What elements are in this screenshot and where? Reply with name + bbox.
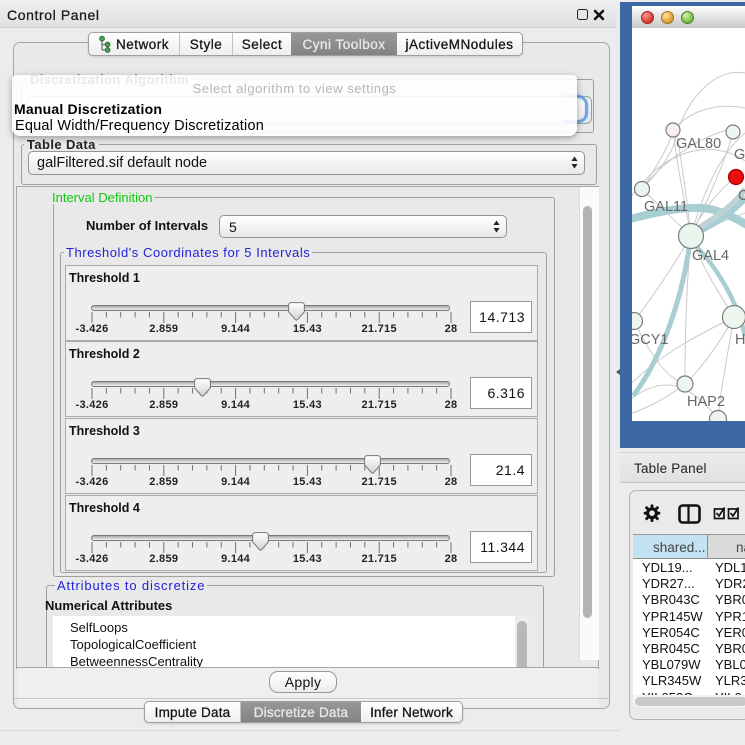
svg-text:GAL4: GAL4 [692,248,729,264]
svg-text:HAP2: HAP2 [687,394,725,410]
svg-text:C: C [738,188,745,204]
svg-text:GA: GA [734,147,745,163]
svg-text:GAL80: GAL80 [676,136,721,152]
svg-text:HA: HA [735,332,745,348]
svg-text:GAL11: GAL11 [644,199,688,215]
svg-text:GCY1: GCY1 [632,332,669,348]
